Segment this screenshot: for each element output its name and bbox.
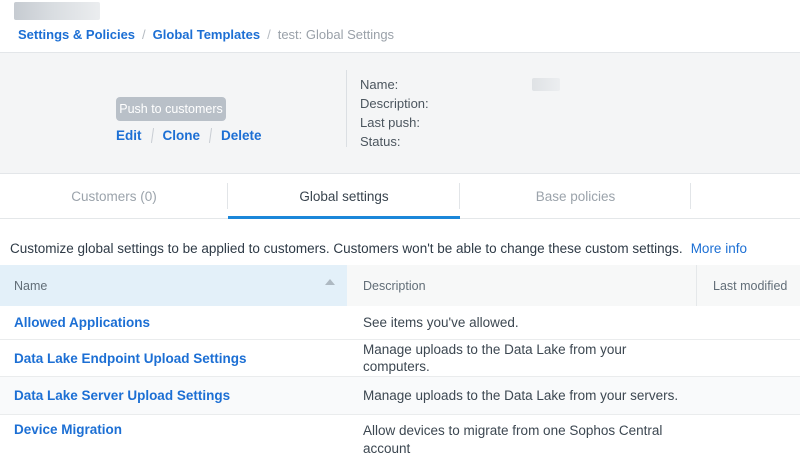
- more-info-link[interactable]: More info: [691, 241, 747, 256]
- breadcrumb-link-settings-policies[interactable]: Settings & Policies: [18, 27, 135, 42]
- row-description-cell: Manage uploads to the Data Lake from you…: [347, 377, 696, 414]
- tab-global-settings[interactable]: Global settings: [228, 174, 460, 218]
- name-field-label: Name:: [360, 75, 429, 94]
- column-header-description[interactable]: Description: [347, 265, 696, 306]
- edit-link[interactable]: Edit: [116, 128, 142, 143]
- header-vertical-divider: [346, 70, 347, 147]
- action-divider: [150, 128, 153, 143]
- settings-table-header: Name Description Last modified: [0, 265, 800, 306]
- redacted-name-value: [532, 78, 560, 91]
- breadcrumb: Settings & Policies / Global Templates / tes…: [18, 27, 394, 43]
- column-header-name-label: Name: [14, 279, 47, 293]
- push-to-customers-button[interactable]: Push to customers: [116, 97, 226, 121]
- description-field-label: Description:: [360, 94, 429, 113]
- breadcrumb-separator: /: [267, 27, 271, 42]
- row-description-cell: See items you've allowed.: [347, 306, 696, 339]
- row-description-cell: Manage uploads to the Data Lake from you…: [347, 340, 696, 376]
- allowed-applications-link[interactable]: Allowed Applications: [14, 315, 150, 330]
- column-header-description-label: Description: [363, 279, 426, 293]
- sort-ascending-icon: [325, 279, 335, 285]
- sophos-central-global-template-page: Settings & Policies / Global Templates / tes…: [0, 0, 800, 455]
- clone-link[interactable]: Clone: [163, 128, 201, 143]
- settings-table-body: Allowed Applications See items you've al…: [0, 306, 800, 455]
- device-migration-link[interactable]: Device Migration: [14, 422, 122, 437]
- intro-sentence: Customize global settings to be applied …: [10, 241, 683, 256]
- table-row-data-lake-endpoint[interactable]: Data Lake Endpoint Upload Settings Manag…: [0, 340, 800, 377]
- breadcrumb-current-item: test: Global Settings: [278, 27, 394, 42]
- delete-link[interactable]: Delete: [221, 128, 262, 143]
- column-header-name[interactable]: Name: [0, 265, 347, 306]
- action-divider: [209, 128, 212, 143]
- breadcrumb-link-global-templates[interactable]: Global Templates: [153, 27, 260, 42]
- row-last-modified-cell: [696, 306, 800, 339]
- tab-base-policies[interactable]: Base policies: [460, 174, 691, 218]
- redacted-page-title: [14, 2, 100, 20]
- template-actions-panel: Push to customers Edit Clone Delete: [0, 53, 346, 173]
- row-last-modified-cell: [696, 377, 800, 414]
- data-lake-server-upload-settings-link[interactable]: Data Lake Server Upload Settings: [14, 388, 230, 403]
- template-action-links: Edit Clone Delete: [116, 126, 262, 144]
- breadcrumb-separator: /: [142, 27, 146, 42]
- row-name-cell: Data Lake Server Upload Settings: [0, 377, 347, 414]
- last-push-field-label: Last push:: [360, 113, 429, 132]
- top-bar: Settings & Policies / Global Templates / tes…: [0, 0, 800, 52]
- data-lake-endpoint-upload-settings-link[interactable]: Data Lake Endpoint Upload Settings: [14, 351, 247, 366]
- column-header-last-modified[interactable]: Last modified: [696, 265, 800, 306]
- template-header-panel: Push to customers Edit Clone Delete Name…: [0, 52, 800, 174]
- tab-customers[interactable]: Customers (0): [0, 174, 228, 218]
- tab-customers-label: Customers (0): [71, 189, 157, 204]
- tab-base-policies-label: Base policies: [536, 189, 616, 204]
- tab-divider: [690, 183, 691, 209]
- column-header-last-modified-label: Last modified: [713, 279, 787, 293]
- row-last-modified-cell: [696, 415, 800, 455]
- row-last-modified-cell: [696, 340, 800, 376]
- tab-bar: Customers (0) Global settings Base polic…: [0, 174, 800, 219]
- global-settings-intro-text: Customize global settings to be applied …: [10, 240, 790, 257]
- tab-global-settings-label: Global settings: [299, 189, 388, 204]
- template-info-fields: Name: Description: Last push: Status:: [360, 75, 429, 151]
- row-name-cell: Device Migration: [0, 415, 347, 455]
- table-row-data-lake-server[interactable]: Data Lake Server Upload Settings Manage …: [0, 377, 800, 415]
- status-field-label: Status:: [360, 132, 429, 151]
- row-name-cell: Allowed Applications: [0, 306, 347, 339]
- row-name-cell: Data Lake Endpoint Upload Settings: [0, 340, 347, 376]
- row-description-cell: Allow devices to migrate from one Sophos…: [347, 415, 696, 455]
- table-row-device-migration[interactable]: Device Migration Allow devices to migrat…: [0, 415, 800, 455]
- table-row-allowed-applications[interactable]: Allowed Applications See items you've al…: [0, 306, 800, 340]
